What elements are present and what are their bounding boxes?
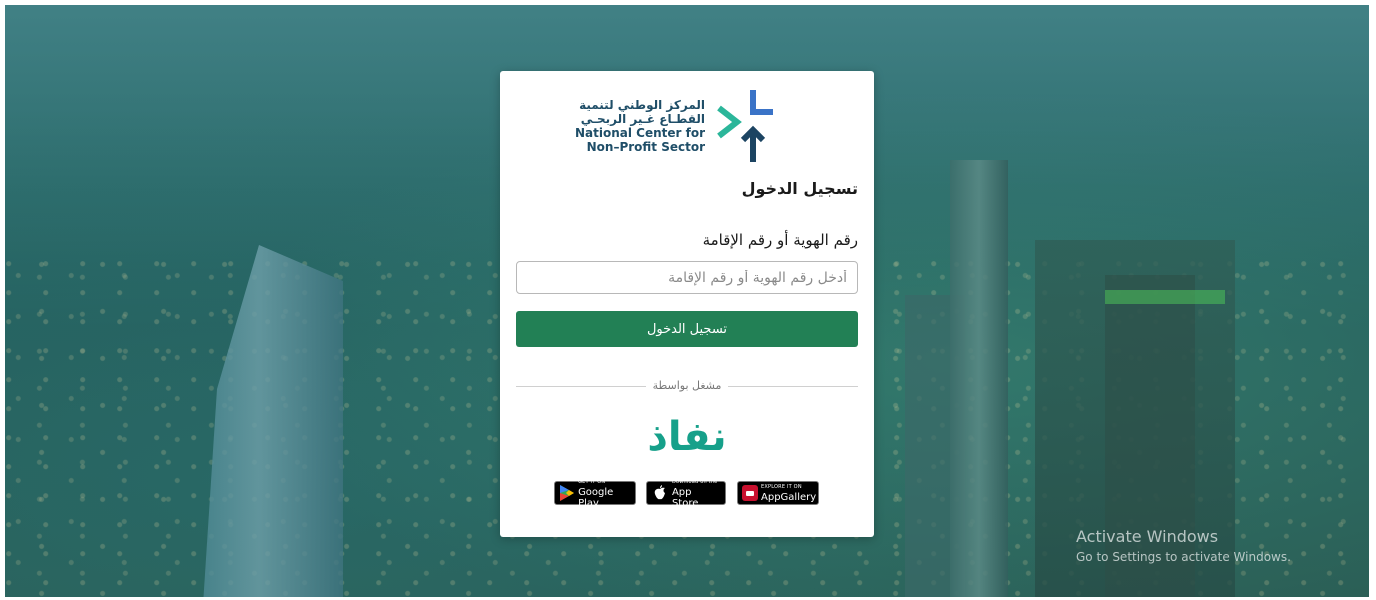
app-store-small: Download on the: [671, 478, 718, 485]
logo-english-line2: Non–Profit Sector: [586, 140, 705, 154]
appgallery-label: AppGallery: [761, 492, 817, 503]
google-play-small: GET IT ON: [578, 478, 606, 485]
app-store-badges: GET IT ON Google Play Download on the Ap…: [554, 478, 820, 509]
app-store-badge[interactable]: Download on the App Store: [646, 478, 726, 509]
google-play-badge[interactable]: GET IT ON Google Play: [554, 478, 636, 509]
google-play-label: Google Play: [578, 486, 614, 509]
logo-arabic-line1: المركز الوطني لتنمية: [579, 98, 705, 112]
logo-arabic-line2: القطـاع غـير الربحـي: [580, 112, 705, 126]
green-lights: [1105, 290, 1225, 304]
activate-windows-title: Activate Windows: [1076, 527, 1219, 546]
login-card: المركز الوطني لتنمية القطـاع غـير الربحـ…: [500, 71, 874, 537]
divider-line-right: [728, 386, 858, 387]
id-number-input[interactable]: [516, 261, 858, 294]
operated-by-divider: مشغل بواسطة: [516, 379, 858, 393]
ncnp-logo: المركز الوطني لتنمية القطـاع غـير الربحـ…: [575, 86, 775, 164]
apple-icon: [651, 484, 669, 502]
logo-text: المركز الوطني لتنمية القطـاع غـير الربحـ…: [575, 98, 705, 154]
appgallery-small: EXPLORE IT ON: [761, 484, 802, 490]
logo-english-line1: National Center for: [575, 126, 706, 140]
activate-windows-watermark: Activate Windows Go to Settings to activ…: [1076, 527, 1291, 564]
google-play-icon: [559, 484, 575, 502]
app-store-label: App Store: [671, 486, 699, 509]
login-title: تسجيل الدخول: [741, 179, 858, 198]
nafath-logo: نفاذ: [647, 414, 727, 460]
kingdom-tower: [950, 160, 1008, 597]
huawei-appgallery-icon: [742, 484, 758, 502]
ncnp-arrows-logo-icon: [717, 90, 773, 162]
appgallery-badge[interactable]: EXPLORE IT ON AppGallery: [737, 481, 819, 505]
id-field-label: رقم الهوية أو رقم الإقامة: [702, 231, 858, 249]
login-button[interactable]: تسجيل الدخول: [516, 311, 858, 347]
activate-windows-subtitle: Go to Settings to activate Windows.: [1076, 550, 1291, 564]
